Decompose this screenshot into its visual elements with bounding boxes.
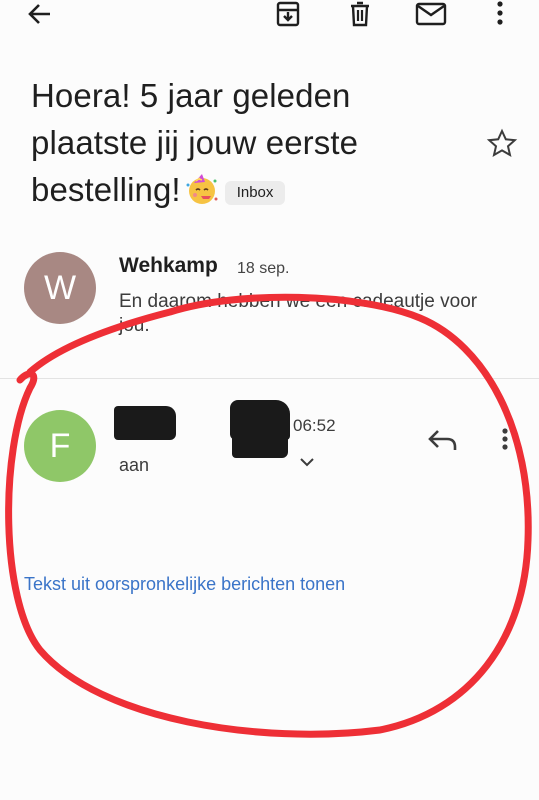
- divider: [0, 378, 539, 379]
- avatar[interactable]: W: [24, 252, 96, 324]
- avatar[interactable]: F: [24, 410, 96, 482]
- email-subject-block: Hoera! 5 jaar geleden plaatste jij jouw …: [31, 72, 471, 213]
- recipient-label[interactable]: aan: [119, 455, 149, 476]
- mail-icon[interactable]: [413, 0, 449, 32]
- trash-icon[interactable]: [342, 0, 378, 32]
- arrow-back-icon[interactable]: [22, 0, 58, 32]
- redacted-sender-part: [230, 400, 290, 440]
- more-vert-icon[interactable]: [482, 0, 518, 32]
- show-original-text-link[interactable]: Tekst uit oorspronkelijke berichten tone…: [24, 574, 345, 595]
- message-date: 18 sep.: [237, 260, 290, 277]
- inbox-label-chip[interactable]: Inbox: [224, 181, 286, 205]
- archive-icon[interactable]: [270, 0, 306, 32]
- redacted-sender: [114, 406, 176, 440]
- message-time: 06:52: [293, 416, 336, 435]
- top-toolbar: [0, 0, 539, 32]
- message-item-wehkamp[interactable]: W Wehkamp 18 sep. En daarom hebben we ee…: [0, 250, 539, 378]
- message-more-vert-icon[interactable]: [497, 424, 513, 456]
- reply-icon[interactable]: [426, 426, 460, 454]
- chevron-down-icon[interactable]: [298, 455, 316, 469]
- sender-name: Wehkamp: [119, 254, 218, 277]
- party-face-emoji-icon: [185, 173, 219, 207]
- message-snippet: En daarom hebben we een cadeautje voor j…: [119, 291, 478, 336]
- redacted-recipient: [232, 438, 288, 458]
- star-icon[interactable]: [486, 128, 518, 158]
